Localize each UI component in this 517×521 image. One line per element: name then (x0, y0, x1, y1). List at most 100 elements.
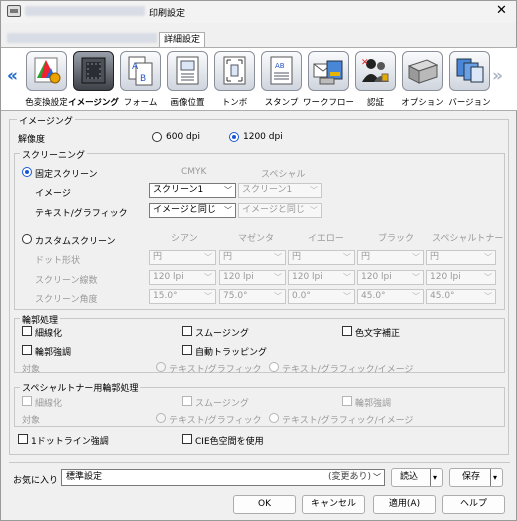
category-crop-mark[interactable]: トンボ (211, 51, 258, 109)
scroll-left-icon[interactable]: « (7, 66, 18, 86)
angle-yellow[interactable]: 0.0° ﹀ (288, 289, 355, 304)
outline-target-label: 対象 (22, 365, 41, 375)
sp-thin-line-checkbox[interactable] (22, 396, 32, 406)
help-button[interactable]: ヘルプ (442, 495, 505, 514)
angle-black[interactable]: 45.0° ﹀ (357, 289, 424, 304)
tab-blurred[interactable] (7, 33, 157, 43)
col-cmyk: CMYK (181, 167, 207, 177)
chevron-down-icon: ﹀ (310, 186, 318, 195)
category-stamp[interactable]: AB スタンプ (258, 51, 305, 109)
res-1200-radio[interactable] (229, 132, 239, 142)
select-value: イメージと同じ (242, 205, 305, 215)
select-value: 120 lpi (430, 272, 461, 282)
chevron-down-icon: ﹀ (274, 292, 282, 301)
lpi-special[interactable]: 120 lpi ﹀ (426, 270, 496, 285)
text-special-select[interactable]: イメージと同じ ﹀ (238, 203, 322, 218)
select-value: 120 lpi (292, 272, 323, 282)
screening-title: スクリーニング (20, 148, 88, 161)
scroll-right-icon[interactable]: » (492, 66, 503, 86)
select-value: スクリーン1 (153, 185, 204, 195)
select-value: 75.0° (223, 291, 248, 301)
category-option[interactable]: オプション (399, 51, 446, 109)
res-600-radio[interactable] (152, 132, 162, 142)
lpi-black[interactable]: 120 lpi ﹀ (357, 270, 424, 285)
sp-edge-emphasis-checkbox[interactable] (342, 396, 352, 406)
sp-smoothing-checkbox[interactable] (182, 396, 192, 406)
chevron-down-icon: ﹀ (484, 253, 492, 262)
svg-text:AB: AB (275, 62, 285, 70)
category-authentication[interactable]: ✕ 認証 (352, 51, 399, 109)
one-dot-line-checkbox[interactable] (18, 434, 28, 444)
angle-special[interactable]: 45.0° ﹀ (426, 289, 496, 304)
chevron-down-icon: ﹀ (484, 273, 492, 282)
dot-shape-cyan[interactable]: 円 ﹀ (149, 250, 216, 265)
chevron-down-icon: ﹀ (412, 292, 420, 301)
chevron-down-icon: ﹀ (343, 273, 351, 282)
color-text-checkbox[interactable] (342, 326, 352, 336)
dot-shape-magenta[interactable]: 円 ﹀ (219, 250, 286, 265)
fixed-screen-radio[interactable] (22, 167, 32, 177)
load-button[interactable]: 読込 ▾ (391, 468, 443, 487)
dropdown-arrow-icon[interactable]: ▾ (430, 469, 437, 486)
category-workflow[interactable]: ワークフロー (303, 51, 354, 109)
cie-color-space-checkbox[interactable] (182, 434, 192, 444)
apply-button[interactable]: 適用(A) (373, 495, 436, 514)
angle-cyan[interactable]: 15.0° ﹀ (149, 289, 216, 304)
select-value: 0.0° (292, 291, 311, 301)
lpi-magenta[interactable]: 120 lpi ﹀ (219, 270, 286, 285)
auto-trapping-checkbox[interactable] (182, 345, 192, 355)
lpi-cyan[interactable]: 120 lpi ﹀ (149, 270, 216, 285)
dropdown-arrow-icon[interactable]: ▾ (490, 469, 497, 486)
dot-shape-special[interactable]: 円 ﹀ (426, 250, 496, 265)
thin-line-label: 細線化 (35, 329, 63, 339)
chevron-down-icon: ﹀ (310, 206, 318, 215)
sp-edge-emphasis-label: 輪郭強調 (355, 399, 392, 409)
window-title: 印刷設定 (149, 9, 186, 19)
category-icon-bar: « 色変換設定 イメージング AB フォーム 画像位置 トンボ AB スタンプ … (1, 47, 517, 111)
select-value: 45.0° (430, 291, 455, 301)
chevron-down-icon: ﹀ (204, 253, 212, 262)
text-cmyk-select[interactable]: イメージと同じ ﹀ (149, 203, 236, 218)
chevron-down-icon: ﹀ (224, 186, 232, 195)
sp-thin-line-label: 細線化 (35, 399, 63, 409)
ok-button[interactable]: OK (233, 495, 296, 514)
dot-shape-yellow[interactable]: 円 ﹀ (288, 250, 355, 265)
save-label: 保存 (462, 472, 481, 482)
chevron-down-icon: ﹀ (373, 473, 381, 482)
select-value: 円 (223, 252, 233, 262)
category-version[interactable]: バージョン (446, 51, 493, 109)
category-imaging[interactable]: イメージング (68, 51, 119, 109)
outline-target-text-radio[interactable] (156, 362, 166, 372)
select-value: 円 (292, 252, 302, 262)
category-image-position[interactable]: 画像位置 (164, 51, 211, 109)
save-button[interactable]: 保存 ▾ (449, 468, 503, 487)
sp-target-text-radio[interactable] (156, 413, 166, 423)
sp-target-all-radio[interactable] (269, 413, 279, 423)
angle-magenta[interactable]: 75.0° ﹀ (219, 289, 286, 304)
fixed-screen-label: 固定スクリーン (35, 170, 98, 180)
chevron-down-icon: ﹀ (412, 273, 420, 282)
select-value: スクリーン1 (242, 185, 293, 195)
edge-emphasis-checkbox[interactable] (22, 345, 32, 355)
custom-screen-radio[interactable] (22, 234, 32, 244)
category-form[interactable]: AB フォーム (117, 51, 164, 109)
divider (9, 462, 510, 463)
stamp-icon: AB (261, 51, 302, 91)
select-value: イメージと同じ (153, 205, 216, 215)
close-icon[interactable]: ✕ (496, 4, 507, 18)
lpi-yellow[interactable]: 120 lpi ﹀ (288, 270, 355, 285)
tab-detail-settings[interactable]: 詳細設定 (159, 32, 206, 47)
favorites-select[interactable]: 標準設定 (変更あり) ﹀ (61, 469, 385, 486)
authentication-icon: ✕ (355, 51, 396, 91)
cancel-button[interactable]: キャンセル (302, 495, 365, 514)
one-dot-line-label: 1ドットライン強調 (31, 437, 109, 447)
favorites-status: (変更あり) (328, 472, 372, 482)
smoothing-checkbox[interactable] (182, 326, 192, 336)
dot-shape-black[interactable]: 円 ﹀ (357, 250, 424, 265)
image-special-select[interactable]: スクリーン1 ﹀ (238, 183, 322, 198)
outline-target-all-radio[interactable] (269, 362, 279, 372)
chevron-down-icon: ﹀ (204, 292, 212, 301)
image-cmyk-select[interactable]: スクリーン1 ﹀ (149, 183, 236, 198)
category-color-conversion[interactable]: 色変換設定 (23, 51, 70, 109)
thin-line-checkbox[interactable] (22, 326, 32, 336)
